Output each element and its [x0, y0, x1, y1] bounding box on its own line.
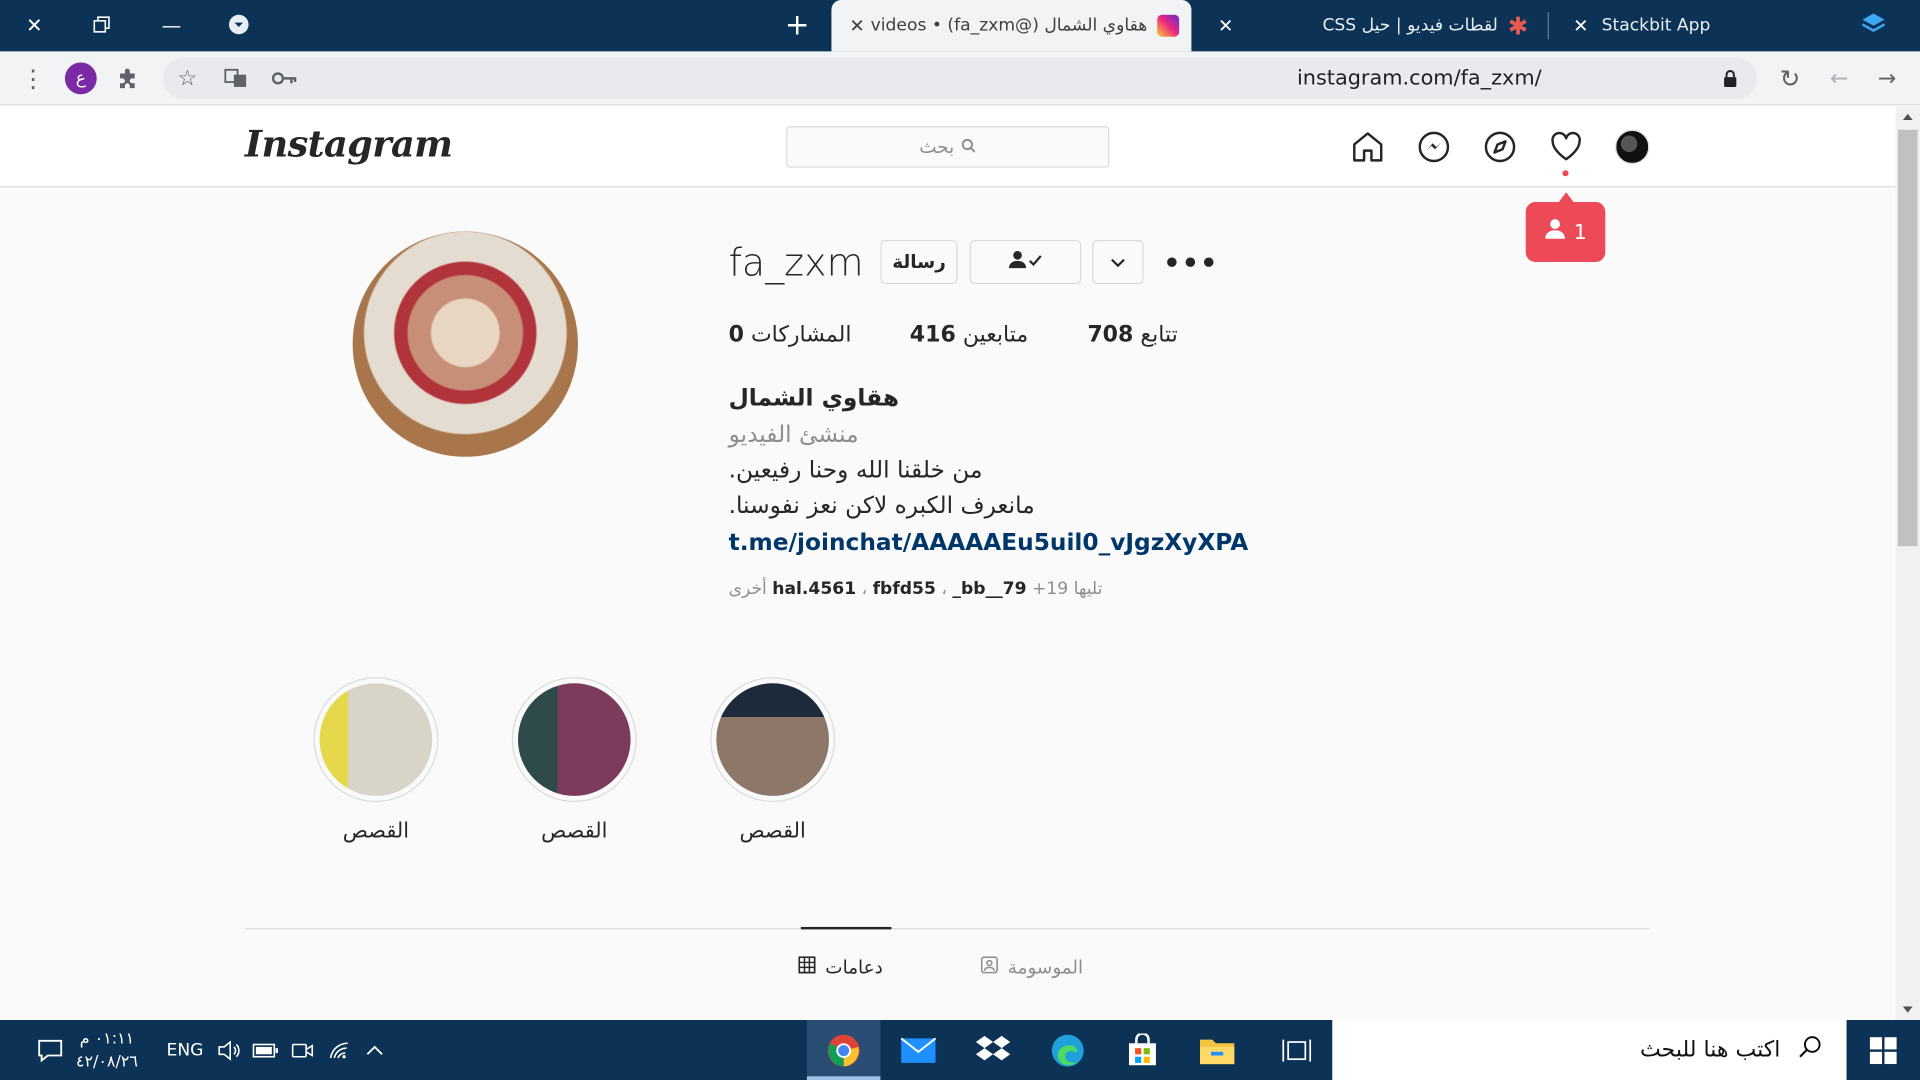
story-highlight[interactable]: القصص [511, 677, 638, 844]
bio-line-2: مانعرف الكبره لاكن نعز نفوسنا. [728, 492, 1035, 520]
css-tricks-icon: ✱ [1507, 11, 1529, 41]
tab-instagram[interactable]: ✕ هقاوي الشمال (@fa_zxm) • videos [831, 0, 1192, 52]
windows-start-icon[interactable] [1862, 1030, 1904, 1072]
task-view-icon[interactable] [1276, 1030, 1318, 1072]
follower-request-icon [1544, 218, 1566, 246]
home-icon[interactable] [1348, 127, 1387, 166]
highlight-label: القصص [739, 819, 806, 844]
clock[interactable]: ٠١:١١ م ٤٢/٠٨/٢٦ [76, 1020, 138, 1080]
followed-by[interactable]: تليها hal.4561 ، fbfd55 ، _bb__79 +19 أخ… [729, 579, 1103, 599]
instagram-icon [1157, 14, 1180, 37]
highlight-label: القصص [541, 819, 608, 844]
profile-avatar[interactable]: ع [64, 61, 98, 95]
close-window-icon[interactable]: ✕ [16, 7, 53, 41]
tagged-icon [980, 956, 998, 978]
meet-now-icon[interactable] [282, 1030, 324, 1072]
address-bar[interactable]: ☆ instagram.com/fa_zxm/ [162, 57, 1758, 100]
reload-icon[interactable]: ↻ [1773, 61, 1807, 95]
scroll-down-icon[interactable] [1902, 1006, 1913, 1013]
following-button[interactable] [969, 240, 1082, 285]
tab-css-tricks[interactable]: ✕ لقطات فيديو | حيل CSS ✱ [1200, 0, 1540, 51]
highlight-label: القصص [342, 819, 410, 844]
notification-bubble[interactable]: 1 [1525, 192, 1606, 263]
chevron-down-icon [1111, 251, 1126, 273]
profile-category: منشئ الفيديو [728, 421, 859, 449]
minimize-window-icon[interactable]: — [153, 7, 190, 41]
tab-tagged[interactable]: الموسومة [980, 956, 1083, 978]
followers-count[interactable]: متابعين 416 [910, 322, 1028, 348]
profile-avatar-icon[interactable] [1613, 127, 1652, 166]
following-check-icon [1007, 250, 1044, 274]
stackbit-icon [1861, 12, 1886, 39]
tabs-divider [244, 928, 1650, 930]
story-highlight[interactable]: القصص [709, 677, 836, 844]
forward-icon[interactable]: → [1870, 61, 1904, 95]
instagram-header: Instagram بحث [0, 106, 1896, 188]
messenger-icon[interactable] [1414, 127, 1453, 166]
restore-window-icon[interactable] [83, 7, 120, 41]
bio-line-1: من خلقنا الله وحنا رفيعين. [728, 456, 983, 484]
translate-icon[interactable] [219, 61, 253, 95]
close-tab-icon[interactable]: ✕ [1212, 15, 1239, 37]
profile-full-name: هقاوي الشمال [728, 384, 899, 412]
highlight-cover [319, 683, 433, 796]
scroll-up-icon[interactable] [1902, 113, 1913, 120]
search-input[interactable]: بحث [786, 126, 1110, 168]
show-hidden-icons-icon[interactable] [354, 1030, 396, 1072]
volume-icon[interactable] [208, 1030, 250, 1072]
browser-tab-strip: ✕ — + ✕ هقاوي الشمال (@fa_zxm) • videos … [0, 0, 1920, 52]
story-highlight[interactable]: القصص [312, 677, 439, 844]
heart-icon[interactable] [1547, 127, 1586, 166]
following-count[interactable]: تتابع 708 [1087, 322, 1177, 348]
key-icon[interactable] [268, 61, 302, 95]
new-tab-icon[interactable]: + [779, 7, 816, 41]
extensions-icon[interactable] [111, 61, 145, 95]
tab-posts[interactable]: دعامات [798, 956, 882, 978]
search-icon [962, 136, 977, 158]
search-placeholder: بحث [919, 135, 955, 158]
back-icon[interactable]: ← [1822, 61, 1856, 95]
bookmark-star-icon[interactable]: ☆ [170, 61, 204, 95]
chrome-icon[interactable] [823, 1030, 865, 1072]
microsoft-store-icon[interactable] [1122, 1030, 1164, 1072]
highlight-cover [517, 683, 631, 796]
mail-icon[interactable] [898, 1030, 940, 1072]
url-text: instagram.com/fa_zxm/ [1296, 66, 1542, 91]
grid-icon [798, 956, 816, 978]
message-button[interactable]: رسالة [880, 240, 958, 285]
tab-search-icon[interactable] [220, 7, 257, 41]
language-indicator[interactable]: ENG [167, 1020, 204, 1080]
file-explorer-icon[interactable] [1196, 1030, 1238, 1072]
instagram-logo[interactable]: Instagram [245, 124, 453, 167]
posts-count: المشاركات 0 [728, 322, 852, 348]
dropbox-icon[interactable] [972, 1030, 1014, 1072]
notification-dot [1562, 170, 1569, 177]
close-tab-icon[interactable]: ✕ [1567, 15, 1594, 37]
lock-icon[interactable] [1713, 61, 1747, 95]
scrollbar-thumb[interactable] [1897, 129, 1918, 547]
suggestions-dropdown-button[interactable] [1092, 240, 1144, 285]
explore-icon[interactable] [1480, 127, 1519, 166]
menu-dots-icon[interactable]: ⋮ [16, 61, 50, 95]
close-tab-icon[interactable]: ✕ [844, 15, 871, 37]
battery-icon[interactable] [245, 1030, 287, 1072]
highlight-cover [716, 683, 829, 796]
tab-divider [1547, 12, 1549, 40]
bio-link[interactable]: t.me/joinchat/AAAAAEu5uil0_vJgzXyXPA [729, 529, 1249, 556]
active-tab-indicator [800, 926, 892, 930]
windows-taskbar: ٠١:١١ م ٤٢/٠٨/٢٦ ENG اكتب هنا للبحث [0, 1020, 1920, 1080]
edge-icon[interactable] [1047, 1030, 1089, 1072]
browser-toolbar: ⋮ ع ☆ instagram.com/fa_zxm/ ↻ ← → [0, 51, 1920, 106]
taskbar-search-input[interactable]: اكتب هنا للبحث [1332, 1020, 1847, 1080]
tab-stackbit[interactable]: ✕ Stackbit App [1555, 0, 1898, 51]
profile-username: fa_zxm [728, 241, 864, 286]
notification-center-icon[interactable] [29, 1030, 71, 1072]
profile-picture[interactable] [352, 231, 578, 457]
more-options-icon[interactable]: ••• [1163, 249, 1218, 280]
search-icon [1798, 1035, 1822, 1066]
